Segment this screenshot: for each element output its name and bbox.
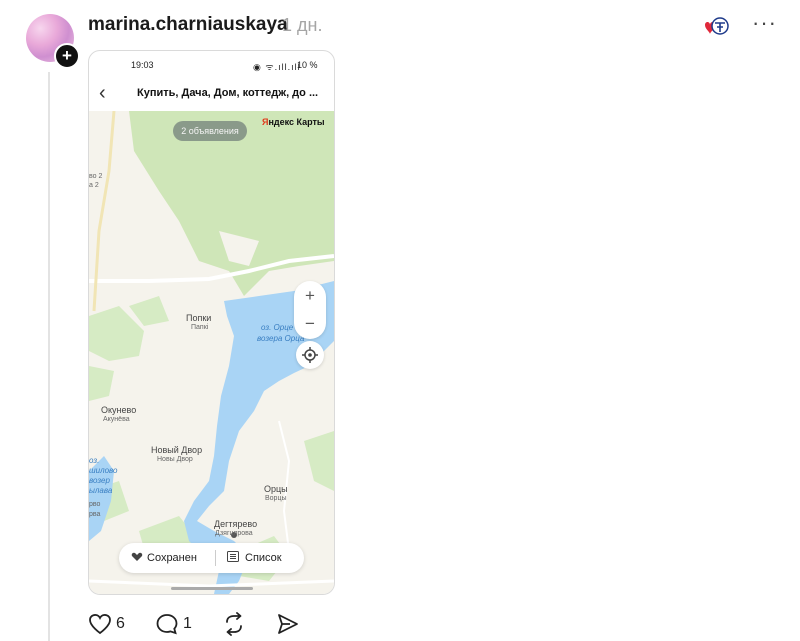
map-view[interactable]: 2 объявления Яндекс Карты Попки Папкі оз…: [89, 111, 334, 594]
map-label-novy-dvor-by: Новы Двор: [157, 456, 193, 463]
signal-icons: ◉ ᯤ.ıll.ıll: [253, 62, 301, 72]
heart-icon: [89, 614, 111, 635]
back-icon[interactable]: ‹: [99, 82, 106, 105]
repost-icon: [226, 612, 242, 636]
saved-heart-icon: [131, 552, 143, 561]
phone-status-bar: 19:03 ◉ ᯤ.ıll.ıll 10 %: [89, 51, 334, 79]
locate-icon: [302, 347, 318, 363]
map-label-novy-dvor: Новый Двор: [151, 445, 203, 455]
map-label-edge: рва: [89, 511, 101, 518]
list-button[interactable]: Список: [227, 551, 282, 564]
post-time: 1 дн.: [282, 15, 323, 35]
listings-count-pill[interactable]: 2 объявления: [173, 121, 247, 141]
map-brand-logo: Яндекс Карты: [262, 117, 325, 127]
map-label-popki: Попки: [186, 313, 212, 323]
screenshot-attachment[interactable]: 19:03 ◉ ᯤ.ıll.ıll 10 % ‹ Купить, Дача, Д…: [88, 50, 335, 595]
map-label-ortsy: Орцы: [264, 484, 288, 494]
map-label-edge: рво: [89, 501, 101, 508]
search-title: Купить, Дача, Дом, коттедж, до ...: [137, 87, 319, 99]
post-actions: 6 1: [88, 610, 348, 638]
more-options-button[interactable]: ···: [752, 10, 777, 36]
zoom-in-button[interactable]: +: [294, 283, 326, 309]
map-label-edge: ылава: [89, 486, 113, 495]
home-indicator: [171, 587, 253, 590]
reply-count: 1: [183, 615, 192, 632]
map-label-degtyarevo-by: Дзягцярова: [215, 530, 253, 537]
map-label-edge: оз.: [89, 456, 100, 465]
map-label-edge: шилово: [89, 466, 118, 475]
divider: [215, 550, 216, 566]
map-label-okunevo: Окунево: [101, 405, 137, 415]
zoom-control: + −: [294, 281, 326, 339]
list-icon: [227, 551, 239, 562]
bottom-action-bar: Сохранен Список: [119, 543, 304, 573]
map-label-edge: а 2: [89, 182, 99, 189]
share-button[interactable]: [276, 610, 302, 638]
username[interactable]: marina.charniauskaya: [88, 14, 288, 36]
map-label-edge: возер: [89, 476, 110, 485]
send-icon: [278, 614, 298, 634]
battery-level: 10 %: [297, 60, 318, 70]
map-label-edge: во 2: [89, 173, 103, 180]
saved-button[interactable]: Сохранен: [131, 551, 197, 564]
zoom-out-button[interactable]: −: [294, 311, 326, 337]
repost-button[interactable]: [222, 610, 248, 638]
map-label-degtyarevo: Дегтярево: [214, 519, 258, 529]
follow-plus-icon[interactable]: +: [54, 43, 80, 69]
thread-line: [48, 72, 50, 641]
map-label-popki-by: Папкі: [191, 324, 209, 331]
map-label-ortsy-by: Ворцы: [265, 495, 287, 502]
locate-me-button[interactable]: [296, 341, 324, 369]
like-count: 6: [116, 615, 125, 632]
map-label-okunevo-by: Акунёва: [103, 416, 130, 423]
app-bar: ‹ Купить, Дача, Дом, коттедж, до ...: [89, 79, 334, 111]
reaction-badge-icon[interactable]: [700, 16, 730, 38]
map-label-lake: оз. Орце: [261, 323, 294, 332]
comment-icon: [156, 614, 178, 635]
status-time: 19:03: [131, 60, 154, 70]
